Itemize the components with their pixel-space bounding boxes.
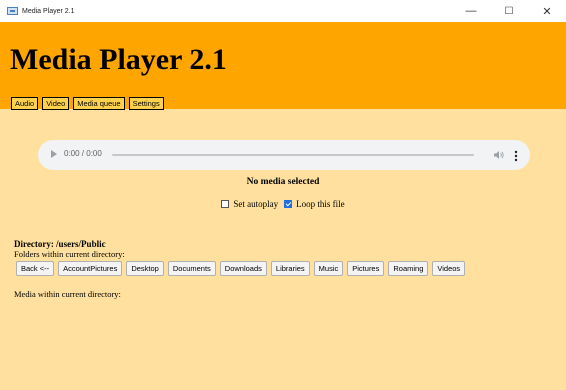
folder-roaming[interactable]: Roaming <box>388 261 429 276</box>
page-title: Media Player 2.1 <box>10 43 227 76</box>
back-button[interactable]: Back <-- <box>16 261 55 276</box>
close-button[interactable]: ✕ <box>528 0 566 22</box>
window-title: Media Player 2.1 <box>22 7 75 15</box>
folder-music[interactable]: Music <box>313 261 344 276</box>
autoplay-checkbox[interactable] <box>221 200 230 208</box>
loop-label: Loop this file <box>296 199 345 209</box>
folder-accountpictures[interactable]: AccountPictures <box>58 261 123 276</box>
maximize-button[interactable]: ☐ <box>490 0 528 22</box>
more-options-icon[interactable] <box>514 150 518 162</box>
folder-videos[interactable]: Videos <box>432 261 466 276</box>
folder-documents[interactable]: Documents <box>167 261 216 276</box>
directory-path: Directory: /users/Public <box>14 239 106 249</box>
loop-checkbox[interactable] <box>284 200 293 208</box>
audio-player[interactable]: 0:00 / 0:00 <box>38 140 530 170</box>
seek-bar[interactable] <box>112 154 474 156</box>
folder-downloads[interactable]: Downloads <box>219 261 267 276</box>
tab-audio[interactable]: Audio <box>11 97 39 110</box>
folder-desktop[interactable]: Desktop <box>126 261 164 276</box>
window-titlebar: Media Player 2.1 — ☐ ✕ <box>0 0 566 22</box>
app-header: Media Player 2.1 Audio Video Media queue… <box>0 22 566 110</box>
app-icon <box>7 7 18 15</box>
media-status: No media selected <box>246 177 320 187</box>
tab-media-queue[interactable]: Media queue <box>73 97 125 110</box>
folder-list: Back <-- AccountPictures Desktop Documen… <box>16 261 466 276</box>
autoplay-label: Set autoplay <box>233 199 279 209</box>
media-list-label: Media within current directory: <box>14 289 121 299</box>
volume-icon[interactable] <box>493 149 505 161</box>
tab-bar: Audio Video Media queue Settings <box>11 97 164 110</box>
playback-options: Set autoplay Loop this file <box>0 199 566 209</box>
play-icon[interactable] <box>51 150 57 158</box>
folders-label: Folders within current directory: <box>14 249 125 259</box>
tab-video[interactable]: Video <box>42 97 70 110</box>
time-display: 0:00 / 0:00 <box>64 149 102 158</box>
window-controls: — ☐ ✕ <box>452 0 566 22</box>
minimize-button[interactable]: — <box>452 0 490 22</box>
tab-settings[interactable]: Settings <box>128 97 164 110</box>
folder-pictures[interactable]: Pictures <box>347 261 385 276</box>
folder-libraries[interactable]: Libraries <box>270 261 310 276</box>
